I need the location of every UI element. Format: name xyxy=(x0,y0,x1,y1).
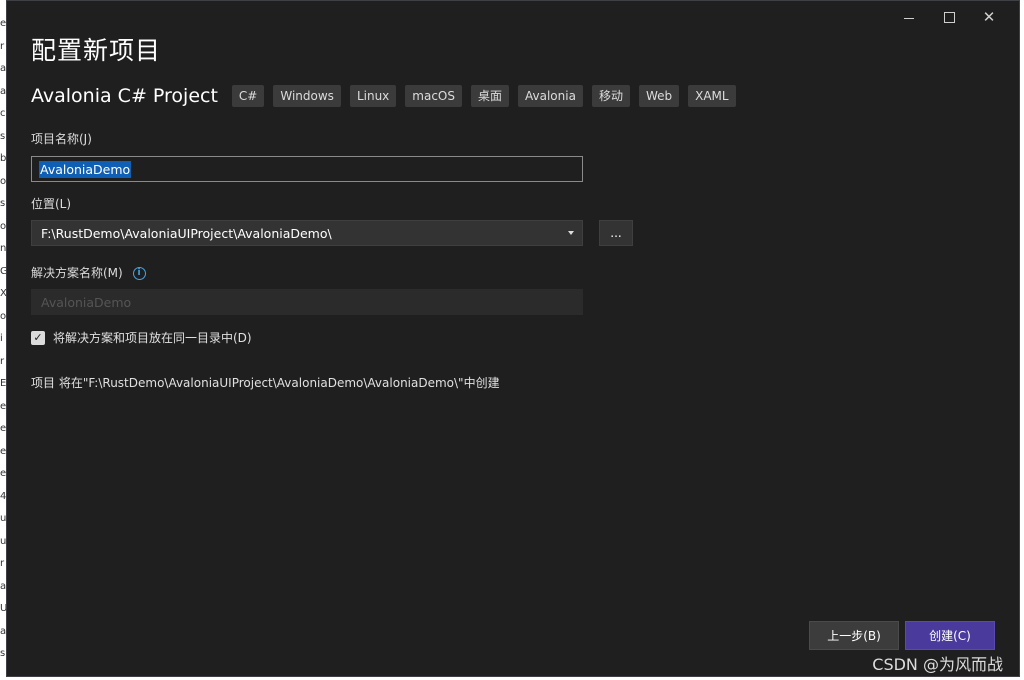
info-icon[interactable]: i xyxy=(132,267,146,280)
tag-mobile: 移动 xyxy=(591,85,630,107)
background-text-fragment: i xyxy=(0,333,3,344)
same-directory-option[interactable]: ✓ 将解决方案和项目放在同一目录中(D) xyxy=(31,329,252,346)
creation-path-note: 项目 将在"F:\RustDemo\AvaloniaUIProject\Aval… xyxy=(31,376,500,390)
tag-xaml: XAML xyxy=(688,85,736,107)
solution-name-value: AvaloniaDemo xyxy=(41,294,132,310)
same-directory-checkbox[interactable]: ✓ xyxy=(31,330,45,345)
template-header: Avalonia C# Project C# Windows Linux mac… xyxy=(31,85,745,107)
browse-button[interactable]: ... xyxy=(599,220,633,246)
checkmark-icon: ✓ xyxy=(33,330,43,344)
project-name-input[interactable]: AvaloniaDemo xyxy=(31,156,583,182)
page-title: 配置新项目 xyxy=(31,36,162,65)
tag-desktop: 桌面 xyxy=(470,85,509,107)
tag-web: Web xyxy=(638,85,680,107)
chevron-down-icon[interactable] xyxy=(568,231,574,235)
background-text-fragment: s xyxy=(0,648,6,659)
close-icon[interactable]: ✕ xyxy=(969,7,1009,27)
back-button[interactable]: 上一步(B) xyxy=(809,621,899,650)
tag-avalonia: Avalonia xyxy=(518,85,583,107)
background-text-fragment: s xyxy=(0,130,6,142)
template-name: Avalonia C# Project xyxy=(31,85,218,107)
location-label: 位置(L) xyxy=(31,197,72,211)
watermark: CSDN @为风而战 xyxy=(872,655,1003,674)
background-text-fragment: c xyxy=(0,108,6,119)
window-controls: ✕ xyxy=(889,7,1009,27)
background-text-fragment: r xyxy=(0,355,5,367)
create-button[interactable]: 创建(C) xyxy=(905,621,995,650)
tag-windows: Windows xyxy=(273,85,341,107)
tag-linux: Linux xyxy=(349,85,397,107)
solution-name-label: 解决方案名称(M) xyxy=(31,266,123,280)
tag-csharp: C# xyxy=(231,85,265,107)
minimize-icon[interactable] xyxy=(889,7,929,27)
configure-project-dialog: ✕ 配置新项目 Avalonia C# Project C# Windows L… xyxy=(6,0,1020,677)
project-name-value: AvaloniaDemo xyxy=(39,160,132,178)
tag-macos: macOS xyxy=(405,85,462,107)
location-combobox[interactable]: F:\RustDemo\AvaloniaUIProject\AvaloniaDe… xyxy=(31,220,583,246)
same-directory-label: 将解决方案和项目放在同一目录中(D) xyxy=(53,331,252,345)
project-name-label: 项目名称(J) xyxy=(31,132,92,146)
location-value: F:\RustDemo\AvaloniaUIProject\AvaloniaDe… xyxy=(41,225,332,241)
background-text-fragment: s xyxy=(0,198,6,209)
background-text-fragment: r xyxy=(0,40,5,52)
background-text-fragment: r xyxy=(0,558,5,569)
solution-name-input: AvaloniaDemo xyxy=(31,289,583,315)
maximize-icon[interactable] xyxy=(929,7,969,27)
solution-name-label-row: 解决方案名称(M) i xyxy=(31,264,146,281)
